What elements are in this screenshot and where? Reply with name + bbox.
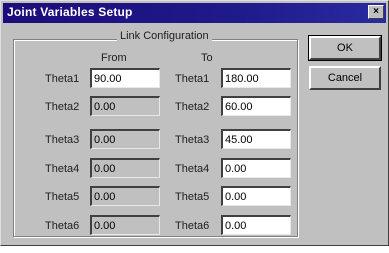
from-theta4-label: Theta4 xyxy=(45,163,80,175)
from-theta4-field[interactable] xyxy=(90,158,160,178)
to-theta2-label: Theta2 xyxy=(175,101,210,113)
to-theta5-field[interactable] xyxy=(221,186,291,206)
to-theta2-field[interactable] xyxy=(221,96,291,116)
title-bar[interactable]: Joint Variables Setup × xyxy=(3,3,386,23)
to-theta5-label: Theta5 xyxy=(175,191,210,203)
from-theta6-label: Theta6 xyxy=(45,220,80,232)
to-theta1-field[interactable] xyxy=(221,68,291,88)
from-theta2-label: Theta2 xyxy=(45,101,80,113)
cancel-button[interactable]: Cancel xyxy=(309,66,381,90)
to-theta3-label: Theta3 xyxy=(175,134,210,146)
to-theta6-field[interactable] xyxy=(221,215,291,235)
to-theta1-label: Theta1 xyxy=(175,73,210,85)
close-icon: × xyxy=(373,6,379,17)
from-theta5-label: Theta5 xyxy=(45,191,80,203)
from-theta6-field[interactable] xyxy=(90,215,160,235)
to-column-header: To xyxy=(201,52,213,64)
to-theta6-label: Theta6 xyxy=(175,220,210,232)
to-theta4-field[interactable] xyxy=(221,158,291,178)
from-theta2-field[interactable] xyxy=(90,96,160,116)
joint-variables-dialog: Joint Variables Setup × Link Configurati… xyxy=(0,0,389,246)
window-title: Joint Variables Setup xyxy=(7,5,133,19)
close-button[interactable]: × xyxy=(368,5,384,19)
from-column-header: From xyxy=(101,52,127,64)
from-theta5-field[interactable] xyxy=(90,186,160,206)
from-theta1-label: Theta1 xyxy=(45,73,80,85)
group-title: Link Configuration xyxy=(117,30,212,42)
to-theta3-field[interactable] xyxy=(221,129,291,149)
ok-button[interactable]: OK xyxy=(308,35,382,61)
from-theta3-field[interactable] xyxy=(90,129,160,149)
from-theta1-field[interactable] xyxy=(90,68,160,88)
to-theta4-label: Theta4 xyxy=(175,163,210,175)
from-theta3-label: Theta3 xyxy=(45,134,80,146)
